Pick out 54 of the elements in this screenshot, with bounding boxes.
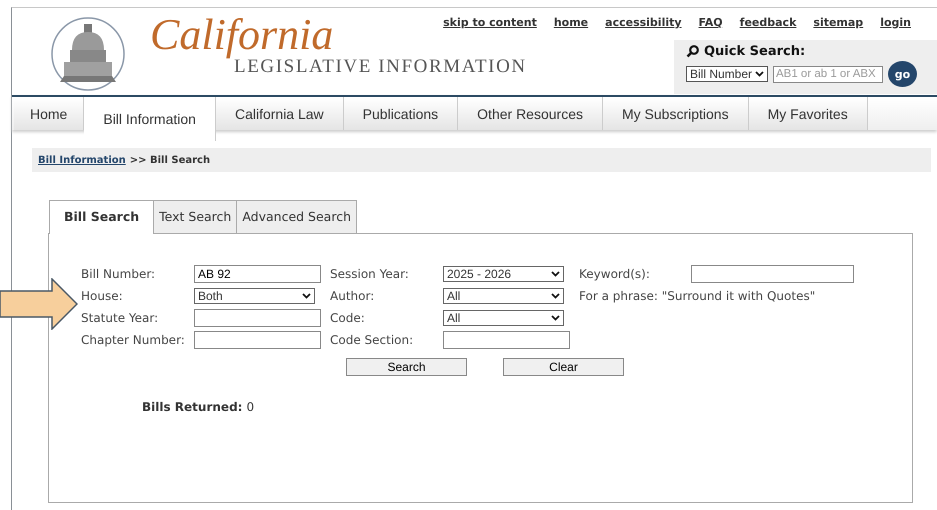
header-link[interactable]: sitemap xyxy=(813,16,864,40)
field-label: Bill Number: xyxy=(81,267,156,281)
text-field[interactable] xyxy=(691,265,854,283)
nav-tab[interactable]: My Favorites xyxy=(748,97,868,130)
nav-tab[interactable]: Publications xyxy=(344,97,458,130)
form-button[interactable]: Search xyxy=(346,358,467,376)
field-label: Statute Year: xyxy=(81,311,160,325)
search-tab[interactable]: Advanced Search xyxy=(236,200,357,233)
dropdown[interactable]: All xyxy=(443,288,564,304)
nav-tab[interactable]: Other Resources xyxy=(458,97,603,130)
breadcrumb-current: >> Bill Search xyxy=(130,154,210,166)
dropdown[interactable]: 2025 - 2026 xyxy=(443,266,564,282)
field-label: Session Year: xyxy=(330,267,410,281)
hint-text: For a phrase: "Surround it with Quotes" xyxy=(579,289,816,303)
text-field[interactable] xyxy=(443,331,570,349)
chevron-icon xyxy=(755,71,764,77)
field-label: Code: xyxy=(330,311,366,325)
search-type-dropdown[interactable]: Bill Number xyxy=(686,66,768,82)
search-tab[interactable]: Bill Search xyxy=(49,200,154,234)
field-label: Code Section: xyxy=(330,333,414,347)
header-link[interactable]: accessibility xyxy=(605,16,682,40)
dropdown[interactable]: All xyxy=(443,310,564,326)
results-label: Bills Returned: xyxy=(142,400,242,414)
chevron-icon xyxy=(551,271,560,277)
go-button[interactable]: go xyxy=(888,61,917,87)
text-field[interactable]: AB 92 xyxy=(194,265,321,283)
field-label: House: xyxy=(81,289,124,303)
chevron-icon xyxy=(551,315,560,321)
header-link[interactable]: skip to content xyxy=(443,16,537,40)
chevron-icon xyxy=(302,293,311,299)
results-count: 0 xyxy=(246,400,254,414)
quick-search-label: Quick Search: xyxy=(704,44,806,59)
search-tab[interactable]: Text Search xyxy=(153,200,238,233)
nav-tab[interactable]: Home xyxy=(14,97,84,130)
nav-tab[interactable]: My Subscriptions xyxy=(603,97,749,130)
header-link[interactable]: feedback xyxy=(740,16,796,40)
nav-tab[interactable]: Bill Information xyxy=(84,97,216,141)
header-link[interactable]: home xyxy=(554,16,588,40)
search-icon xyxy=(686,45,699,58)
chevron-icon xyxy=(551,293,560,299)
header-link[interactable]: login xyxy=(880,16,911,40)
logo-subtitle: LEGISLATIVE INFORMATION xyxy=(234,56,527,78)
form-button[interactable]: Clear xyxy=(503,358,624,376)
field-label: Keyword(s): xyxy=(579,267,651,281)
text-field[interactable] xyxy=(194,331,321,349)
header-link[interactable]: FAQ xyxy=(698,16,723,40)
breadcrumb-link[interactable]: Bill Information xyxy=(38,154,126,166)
nav-tab[interactable]: California Law xyxy=(216,97,344,130)
field-label: Chapter Number: xyxy=(81,333,186,347)
dropdown[interactable]: Both xyxy=(194,288,315,304)
text-field[interactable] xyxy=(194,309,321,327)
field-label: Author: xyxy=(330,289,376,303)
logo-title: California xyxy=(150,12,334,58)
quick-search-field[interactable]: AB1 or ab 1 or ABX xyxy=(773,66,883,82)
